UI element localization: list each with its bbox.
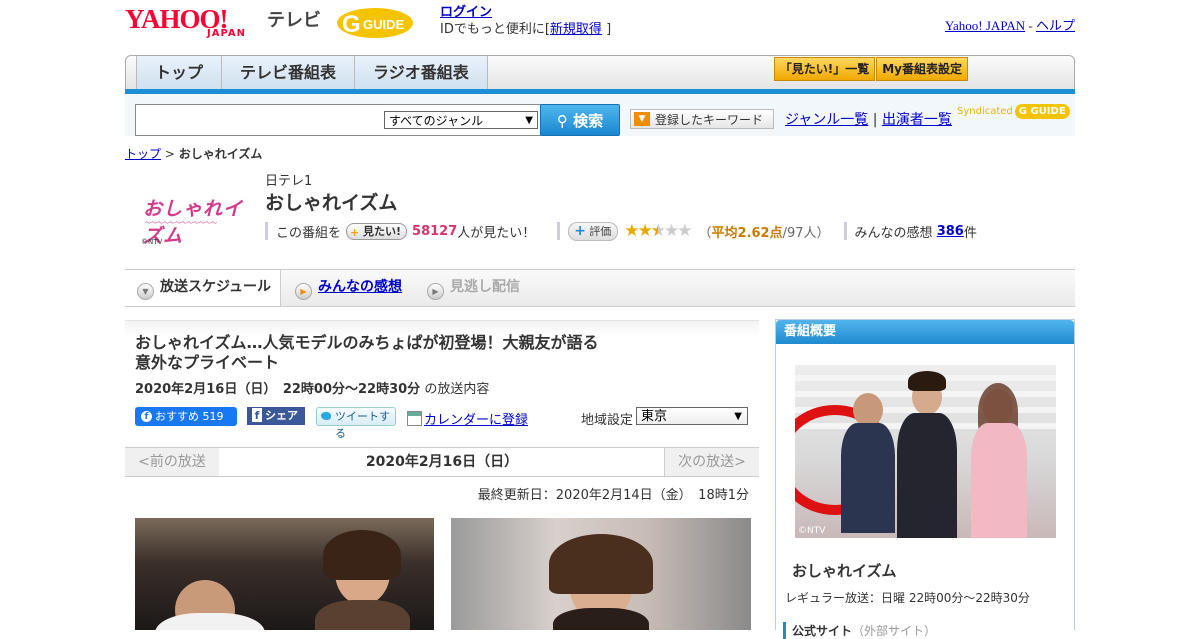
mitai-button[interactable]: + 見たい! [346,222,408,240]
gguide-logo[interactable]: G GUIDE [335,6,431,40]
program-stats: この番組を +見たい! 58127 人が見たい！ +評価 ★★★★★★ （平均2… [265,221,977,241]
sub-tabs: ▼ 放送スケジュール ▶ みんなの感想 ▶ 見逃し配信 [125,269,1075,307]
chevron-down-icon: ▼ [734,411,742,422]
gguide-small-logo: G GUIDE [1014,104,1070,119]
current-date: 2020年2月16日（日） [219,448,665,476]
breadcrumb-current: おしゃれイズム [178,147,263,161]
tab-top[interactable]: トップ [136,56,222,90]
my-bangumi-button[interactable]: My番組表設定 [876,57,968,81]
region-select[interactable]: 東京 ▼ [636,407,748,425]
program-logo: おしゃれイズム ～～～～～～～～～～～～ ©NTV [141,199,244,247]
region-label: 地域設定 [581,413,634,428]
page: YAHOO! JAPAN テレビ G GUIDE ログイン IDでもっと便利に[… [125,0,1075,639]
search-icon: ⚲ [556,112,568,130]
svg-text:G: G [342,11,361,38]
average-score: 平均2.62点 [711,225,783,241]
login-box: ログイン IDでもっと便利に[新規取得 ] [440,5,612,37]
tab-tv-schedule[interactable]: テレビ番組表 [221,56,355,90]
tab-reviews[interactable]: ▶ みんなの感想 [295,270,402,306]
prev-broadcast[interactable]: <前の放送 [125,448,220,476]
breadcrumb-top[interactable]: トップ [125,147,161,161]
mitai-list-button[interactable]: 「見たい!」一覧 [773,57,876,81]
syndicated-badge: Syndicated G GUIDE [957,104,1070,119]
tweet-button[interactable]: ツイートする [316,407,396,440]
program-title: おしゃれイズム [265,192,398,214]
gguide-logo-text: GUIDE [363,17,405,32]
play-icon: ▶ [295,283,312,300]
search-links: ジャンル一覧 | 出演者一覧 [785,112,952,128]
date-nav: <前の放送 2020年2月16日（日） 次の放送> [125,447,759,477]
calendar-register[interactable]: カレンダーに登録 [407,409,528,428]
search-button[interactable]: ⚲ 検索 [540,104,620,136]
episode-title: おしゃれイズム…人気モデルのみちょぱが初登場！大親友が語る意外なプライベート [135,333,599,372]
tv-label: テレビ [267,10,321,31]
chevron-down-icon: ▼ [137,283,154,300]
tab-missed: ▶ 見逃し配信 [427,270,520,306]
tab-radio-schedule[interactable]: ラジオ番組表 [354,56,488,90]
top-links: Yahoo! JAPAN - ヘルプ [944,18,1075,33]
next-broadcast[interactable]: 次の放送> [664,448,759,476]
station-name: 日テレ1 [265,174,313,189]
search-bar: すべてのジャンル ▼ ⚲ 検索 ▼ 登録したキーワード ジャンル一覧 | 出演者… [125,94,1075,136]
chevron-down-icon: ▼ [525,115,533,126]
signup-link[interactable]: 新規取得 [550,22,602,37]
help-link[interactable]: ヘルプ [1036,18,1075,33]
yahoo-japan-logo[interactable]: YAHOO! JAPAN [125,6,265,42]
dropdown-arrow-icon: ▼ [634,112,650,126]
login-link[interactable]: ログイン [440,5,492,20]
tab-schedule[interactable]: ▼ 放送スケジュール [125,270,281,306]
episode-box: おしゃれイズム…人気モデルのみちょぱが初登場！大親友が語る意外なプライベート 2… [125,320,759,446]
genre-select[interactable]: すべてのジャンル ▼ [384,111,538,129]
fb-share-button[interactable]: シェア [247,407,305,425]
fb-recommend-button[interactable]: おすすめ 519 [135,407,237,426]
plus-icon: + [574,222,587,239]
official-site-link[interactable]: 公式サイト（外部サイト） [783,622,936,639]
overview-program-name: おしゃれイズム [792,562,897,580]
performers-link[interactable]: 出演者一覧 [882,112,952,128]
episode-photo [451,518,751,630]
program-overview: 番組概要 ©NTV おしゃれイズム レギュラー放送：日曜 22時00分～22時3… [775,319,1075,639]
kanso-count-link[interactable]: 386 [937,224,964,239]
yahoo-japan-link[interactable]: Yahoo! JAPAN [945,18,1025,33]
episode-photo [135,518,434,630]
cast-photo: ©NTV [795,365,1056,538]
regular-broadcast: レギュラー放送：日曜 22時00分～22時30分 [785,591,1030,605]
plus-icon: + [350,225,360,239]
overview-header: 番組概要 [776,320,1074,344]
genre-list-link[interactable]: ジャンル一覧 [785,112,868,128]
star-rating: ★★★★★★ [624,221,692,241]
last-updated: 最終更新日：2020年2月14日（金） 18時1分 [477,488,749,503]
main-nav: トップ テレビ番組表 ラジオ番組表 「見たい!」一覧 My番組表設定 [125,55,1075,91]
keyword-button[interactable]: ▼ 登録したキーワード [630,109,774,129]
mitai-count: 58127 [412,223,458,239]
rating-button[interactable]: + 評価 [568,221,619,241]
play-icon: ▶ [427,283,444,300]
calendar-icon [407,411,422,426]
breadcrumb: トップ > おしゃれイズム [125,147,263,161]
episode-date: 2020年2月16日（日） 22時00分～22時30分 の放送内容 [135,382,490,397]
